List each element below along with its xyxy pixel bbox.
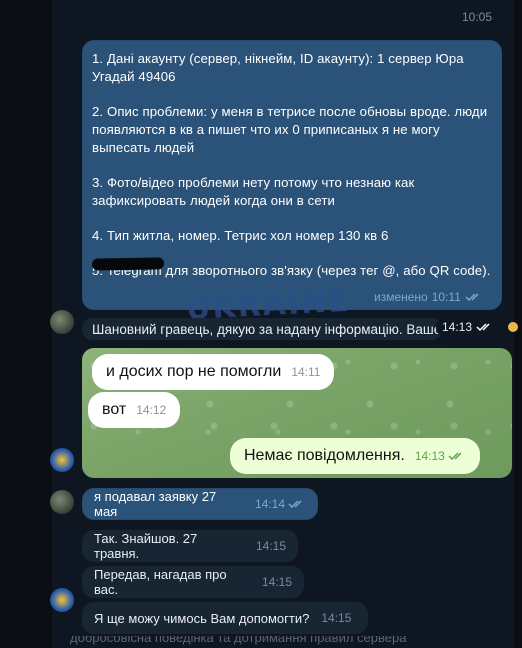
screenshot-bubble-1-time: 14:11 bbox=[291, 365, 321, 379]
previous-message-time: 10:05 bbox=[462, 10, 493, 24]
double-check-icon bbox=[448, 452, 462, 461]
double-check-icon bbox=[288, 500, 302, 509]
message-text: Так. Знайшов. 27 травня. bbox=[94, 531, 198, 561]
screenshot-bubble-2: вот 14:12 bbox=[88, 392, 181, 428]
screenshot-image[interactable]: и досих пор не помогли 14:11 вот 14:12 Н… bbox=[82, 348, 512, 478]
message-bubble[interactable]: Так. Знайшов. 27 травня. 14:15 bbox=[82, 530, 298, 562]
double-check-icon bbox=[476, 323, 490, 332]
screenshot-bubble-1: и досих пор не помогли 14:11 bbox=[92, 354, 335, 390]
screenshot-bubble-2-text: вот bbox=[102, 401, 127, 418]
message-text: я подавал заявку 27 мая bbox=[94, 489, 217, 519]
reply-quote-text: Шановний гравець, дякую за надану інформ… bbox=[92, 322, 442, 337]
message-meta: 14:14 bbox=[255, 497, 306, 511]
screenshot-bubble-3-meta: 14:13 bbox=[415, 449, 466, 463]
support-avatar[interactable] bbox=[50, 588, 74, 612]
screenshot-bubble-2-time: 14:12 bbox=[136, 403, 167, 417]
screenshot-bubble-3-text: Немає повідомлення. bbox=[244, 447, 405, 464]
message-time: 14:15 bbox=[255, 539, 286, 553]
double-check-icon bbox=[465, 293, 479, 302]
user-avatar[interactable] bbox=[50, 310, 74, 334]
edited-label: изменено bbox=[374, 290, 428, 304]
message-time: 14:14 bbox=[254, 497, 285, 511]
left-panel-edge bbox=[0, 0, 52, 648]
message-time: 14:15 bbox=[261, 575, 292, 589]
reply-quote-time: 14:13 bbox=[442, 320, 473, 334]
screenshot-bubble-3-time: 14:13 bbox=[414, 449, 445, 463]
message-time: 14:15 bbox=[321, 611, 352, 625]
screenshot-bubble-1-text: и досих пор не помогли bbox=[106, 363, 282, 380]
message-line-4: 4. Тип житла, номер. Тетрис хол номер 13… bbox=[92, 228, 389, 243]
message-line-1: 1. Дані акаунту (сервер, нікнейм, ID ака… bbox=[92, 51, 464, 84]
reply-quote-meta: 14:13 bbox=[436, 318, 501, 336]
message-line-2: 2. Опис проблеми: у меня в тетрисе после… bbox=[92, 104, 488, 155]
redacted-handle bbox=[91, 257, 165, 271]
message-bubble[interactable]: я подавал заявку 27 мая 14:14 bbox=[82, 488, 318, 520]
long-message-meta: изменено 10:11 bbox=[374, 290, 483, 304]
support-avatar[interactable] bbox=[50, 448, 74, 472]
message-text: Я ще можу чимось Вам допомогти? bbox=[94, 610, 310, 626]
message-bubble[interactable]: Передав, нагадав про вас. 14:15 bbox=[82, 566, 304, 598]
message-line-3: 3. Фото/відео проблеми нету потому что н… bbox=[92, 175, 415, 208]
next-message-text: добросовісна поведінка та дотримання пра… bbox=[70, 636, 407, 645]
message-bubble[interactable]: Я ще можу чимось Вам допомогти? 14:15 bbox=[82, 602, 368, 634]
reaction-emoji-icon[interactable] bbox=[508, 322, 518, 332]
message-text: Передав, нагадав про вас. bbox=[94, 567, 227, 597]
next-message-preview: добросовісна поведінка та дотримання пра… bbox=[52, 636, 514, 648]
screenshot-bubble-3: Немає повідомлення. 14:13 bbox=[230, 438, 480, 474]
message-time: 10:11 bbox=[431, 290, 461, 304]
user-avatar[interactable] bbox=[50, 490, 74, 514]
